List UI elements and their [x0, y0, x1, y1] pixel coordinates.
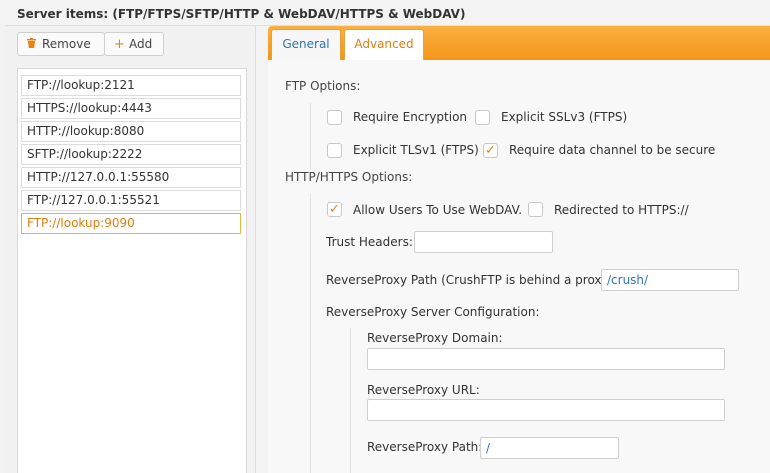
plus-icon: + — [114, 36, 125, 52]
list-item[interactable]: HTTPS://lookup:4443 — [21, 98, 241, 119]
require-secure-data-checkbox[interactable]: ✓ — [483, 143, 498, 158]
explicit-tlsv1-label: Explicit TLSv1 (FTPS) — [353, 143, 479, 157]
trust-headers-label: Trust Headers: — [326, 235, 413, 249]
require-encryption-checkbox[interactable] — [327, 110, 342, 125]
remove-button-label: Remove — [42, 37, 91, 51]
check-icon: ✓ — [329, 202, 340, 217]
tab-advanced[interactable]: Advanced — [344, 29, 424, 60]
allow-webdav-checkbox[interactable]: ✓ — [327, 202, 342, 217]
trust-headers-input[interactable] — [414, 231, 553, 253]
rp-domain-label: ReverseProxy Domain: — [367, 331, 503, 345]
trash-icon — [27, 37, 36, 52]
server-items-pane: Remove + Add FTP://lookup:2121 HTTPS://l… — [5, 26, 256, 473]
list-item[interactable]: HTTP://lookup:8080 — [21, 121, 241, 142]
tab-general[interactable]: General — [271, 29, 341, 60]
explicit-tlsv1-checkbox[interactable] — [327, 143, 342, 158]
redirect-https-checkbox[interactable] — [528, 202, 543, 217]
page-title: Server items: (FTP/FTPS/SFTP/HTTP & WebD… — [17, 7, 466, 21]
rp-config-rule — [350, 328, 351, 473]
reverse-proxy-path-input[interactable] — [601, 269, 739, 291]
check-icon: ✓ — [485, 143, 496, 158]
add-button[interactable]: + Add — [104, 32, 164, 56]
require-encryption-label: Require Encryption — [353, 110, 468, 124]
rp-config-label: ReverseProxy Server Configuration: — [326, 305, 540, 319]
reverse-proxy-path-label: ReverseProxy Path (CrushFTP is behind a … — [326, 273, 618, 287]
http-section-rule — [310, 194, 311, 473]
redirect-https-label: Redirected to HTTPS:// — [554, 203, 689, 217]
list-item[interactable]: FTP://127.0.0.1:55521 — [21, 190, 241, 211]
explicit-sslv3-label: Explicit SSLv3 (FTPS) — [501, 110, 628, 124]
require-secure-data-label: Require data channel to be secure — [509, 143, 716, 157]
advanced-tab-content: FTP Options: Require Encryption Explicit… — [268, 60, 770, 473]
rp-path-input[interactable] — [480, 437, 619, 459]
list-item[interactable]: HTTP://127.0.0.1:55580 — [21, 167, 241, 188]
allow-webdav-label: Allow Users To Use WebDAV. — [353, 203, 523, 217]
list-item[interactable]: SFTP://lookup:2222 — [21, 144, 241, 165]
list-item[interactable]: FTP://lookup:2121 — [21, 75, 241, 96]
rp-url-label: ReverseProxy URL: — [367, 383, 480, 397]
rp-url-input[interactable] — [367, 399, 725, 421]
server-list: FTP://lookup:2121 HTTPS://lookup:4443 HT… — [17, 68, 247, 473]
rp-domain-input[interactable] — [367, 348, 725, 370]
remove-button[interactable]: Remove — [17, 32, 105, 56]
explicit-sslv3-checkbox[interactable] — [475, 110, 490, 125]
http-options-heading: HTTP/HTTPS Options: — [285, 170, 413, 184]
ftp-section-rule — [310, 103, 311, 169]
settings-pane: General Advanced FTP Options: Require En… — [268, 26, 770, 473]
list-item-selected[interactable]: FTP://lookup:9090 — [21, 213, 241, 234]
add-button-label: Add — [129, 37, 153, 51]
tab-bar: General Advanced — [268, 26, 770, 60]
ftp-options-heading: FTP Options: — [285, 79, 361, 93]
rp-path-label: ReverseProxy Path: — [367, 440, 483, 454]
